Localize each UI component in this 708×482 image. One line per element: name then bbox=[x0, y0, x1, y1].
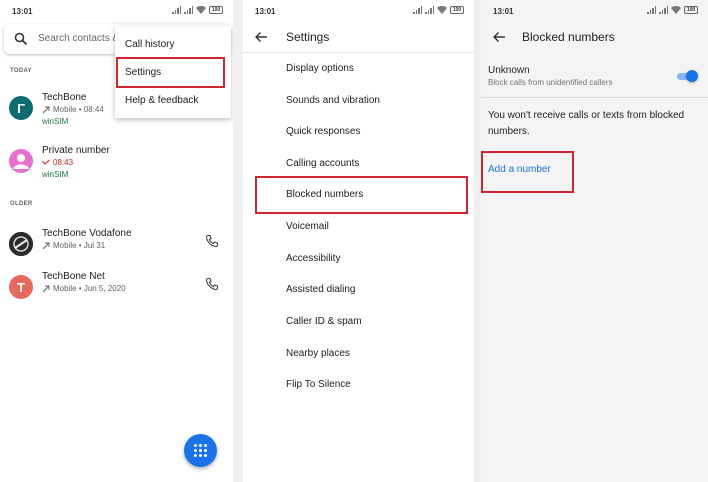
call-log-row[interactable]: Private number 08:43 winSIM bbox=[0, 145, 233, 185]
dialer-screen: 13:01 100 Search contacts & TODAY Γ Tech… bbox=[0, 0, 233, 482]
status-bar: 13:01 100 bbox=[481, 0, 708, 24]
status-time: 13:01 bbox=[255, 7, 276, 16]
unknown-callers-setting[interactable]: Unknown Block calls from unidentified ca… bbox=[481, 56, 708, 98]
battery-icon: 100 bbox=[209, 6, 223, 14]
setting-assisted-dialing[interactable]: Assisted dialing bbox=[243, 275, 474, 305]
setting-subtitle: Block calls from unidentified callers bbox=[488, 78, 613, 87]
call-name: TechBone Net bbox=[42, 271, 105, 282]
setting-label: Caller ID & spam bbox=[286, 316, 362, 327]
call-details: 08:43 bbox=[53, 158, 74, 167]
menu-item-label: Call history bbox=[125, 39, 175, 50]
signal-icon bbox=[184, 6, 193, 14]
setting-nearby-places[interactable]: Nearby places bbox=[243, 339, 474, 369]
call-meta: Mobile • Jul 31 bbox=[42, 241, 105, 250]
sim-label: winSIM bbox=[42, 170, 69, 179]
avatar bbox=[9, 232, 33, 256]
app-bar: Settings bbox=[243, 24, 474, 53]
setting-label: Nearby places bbox=[286, 348, 350, 359]
blocked-info-text: You won't receive calls or texts from bl… bbox=[488, 110, 685, 137]
setting-label: Display options bbox=[286, 63, 354, 74]
sim-label: winSIM bbox=[42, 117, 69, 126]
dialpad-button[interactable] bbox=[184, 434, 217, 467]
avatar bbox=[9, 149, 33, 173]
setting-label: Quick responses bbox=[286, 126, 361, 137]
blocked-numbers-screen: 13:01 100 Blocked numbers Unknown Block … bbox=[481, 0, 708, 482]
back-arrow-icon[interactable] bbox=[492, 30, 506, 44]
outgoing-call-arrow-icon bbox=[42, 106, 50, 113]
panel-divider bbox=[474, 0, 481, 482]
signal-icon bbox=[425, 6, 434, 14]
phone-icon[interactable] bbox=[205, 277, 219, 291]
setting-voicemail[interactable]: Voicemail bbox=[243, 212, 474, 242]
setting-calling-accounts[interactable]: Calling accounts bbox=[243, 149, 474, 179]
signal-icon bbox=[647, 6, 656, 14]
setting-flip-to-silence[interactable]: Flip To Silence bbox=[243, 370, 474, 400]
missed-call-icon bbox=[42, 159, 50, 165]
signal-icon bbox=[413, 6, 422, 14]
block-unknown-toggle[interactable] bbox=[676, 70, 698, 82]
setting-label: Flip To Silence bbox=[286, 379, 351, 390]
panel-divider bbox=[233, 0, 243, 482]
status-time: 13:01 bbox=[12, 7, 33, 16]
wifi-icon bbox=[196, 6, 206, 14]
page-title: Blocked numbers bbox=[522, 30, 615, 44]
setting-label: Sounds and vibration bbox=[286, 95, 380, 106]
phone-icon[interactable] bbox=[205, 234, 219, 248]
avatar: T bbox=[9, 275, 33, 299]
setting-display-options[interactable]: Display options bbox=[243, 54, 474, 84]
person-icon bbox=[13, 154, 29, 169]
call-name: TechBone bbox=[42, 92, 87, 103]
status-bar: 13:01 100 bbox=[243, 0, 474, 24]
setting-accessibility[interactable]: Accessibility bbox=[243, 244, 474, 274]
back-arrow-icon[interactable] bbox=[254, 30, 268, 44]
call-name: TechBone Vodafone bbox=[42, 228, 132, 239]
setting-quick-responses[interactable]: Quick responses bbox=[243, 117, 474, 147]
menu-item-label: Help & feedback bbox=[125, 95, 199, 106]
call-meta: Mobile • Jun 5, 2020 bbox=[42, 284, 126, 293]
wifi-icon bbox=[671, 6, 681, 14]
search-input[interactable]: Search contacts & bbox=[38, 33, 119, 44]
outgoing-call-arrow-icon bbox=[42, 285, 50, 292]
section-header-older: OLDER bbox=[10, 201, 33, 207]
setting-label: Voicemail bbox=[286, 221, 329, 232]
call-log-row[interactable]: T TechBone Net Mobile • Jun 5, 2020 bbox=[0, 271, 233, 311]
app-bar: Blocked numbers bbox=[481, 24, 708, 53]
section-header-today: TODAY bbox=[10, 68, 32, 74]
settings-screen: 13:01 100 Settings Display options Sound… bbox=[243, 0, 474, 482]
call-meta: Mobile • 08:44 bbox=[42, 105, 104, 114]
status-time: 13:01 bbox=[493, 7, 514, 16]
call-meta: 08:43 bbox=[42, 158, 73, 167]
setting-caller-id-spam[interactable]: Caller ID & spam bbox=[243, 307, 474, 337]
highlight-box bbox=[116, 57, 225, 88]
setting-label: Calling accounts bbox=[286, 158, 360, 169]
status-bar: 13:01 100 bbox=[0, 0, 233, 24]
call-log-row[interactable]: TechBone Vodafone Mobile • Jul 31 bbox=[0, 228, 233, 268]
call-details: Mobile • 08:44 bbox=[53, 105, 104, 114]
signal-icon bbox=[659, 6, 668, 14]
contact-photo bbox=[9, 232, 33, 256]
setting-label: Accessibility bbox=[286, 253, 341, 264]
menu-item-call-history[interactable]: Call history bbox=[115, 30, 231, 58]
setting-sounds-vibration[interactable]: Sounds and vibration bbox=[243, 86, 474, 116]
wifi-icon bbox=[437, 6, 447, 14]
avatar: Γ bbox=[9, 96, 33, 120]
call-details: Mobile • Jun 5, 2020 bbox=[53, 284, 126, 293]
signal-icon bbox=[172, 6, 181, 14]
call-name: Private number bbox=[42, 145, 110, 156]
setting-label: Assisted dialing bbox=[286, 284, 356, 295]
battery-icon: 100 bbox=[684, 6, 698, 14]
highlight-box bbox=[255, 176, 468, 214]
page-title: Settings bbox=[286, 30, 330, 44]
outgoing-call-arrow-icon bbox=[42, 242, 50, 249]
setting-title: Unknown bbox=[488, 65, 530, 76]
battery-icon: 100 bbox=[450, 6, 464, 14]
highlight-box bbox=[481, 151, 574, 193]
menu-item-help-feedback[interactable]: Help & feedback bbox=[115, 86, 231, 114]
search-icon bbox=[14, 32, 28, 46]
call-details: Mobile • Jul 31 bbox=[53, 241, 106, 250]
